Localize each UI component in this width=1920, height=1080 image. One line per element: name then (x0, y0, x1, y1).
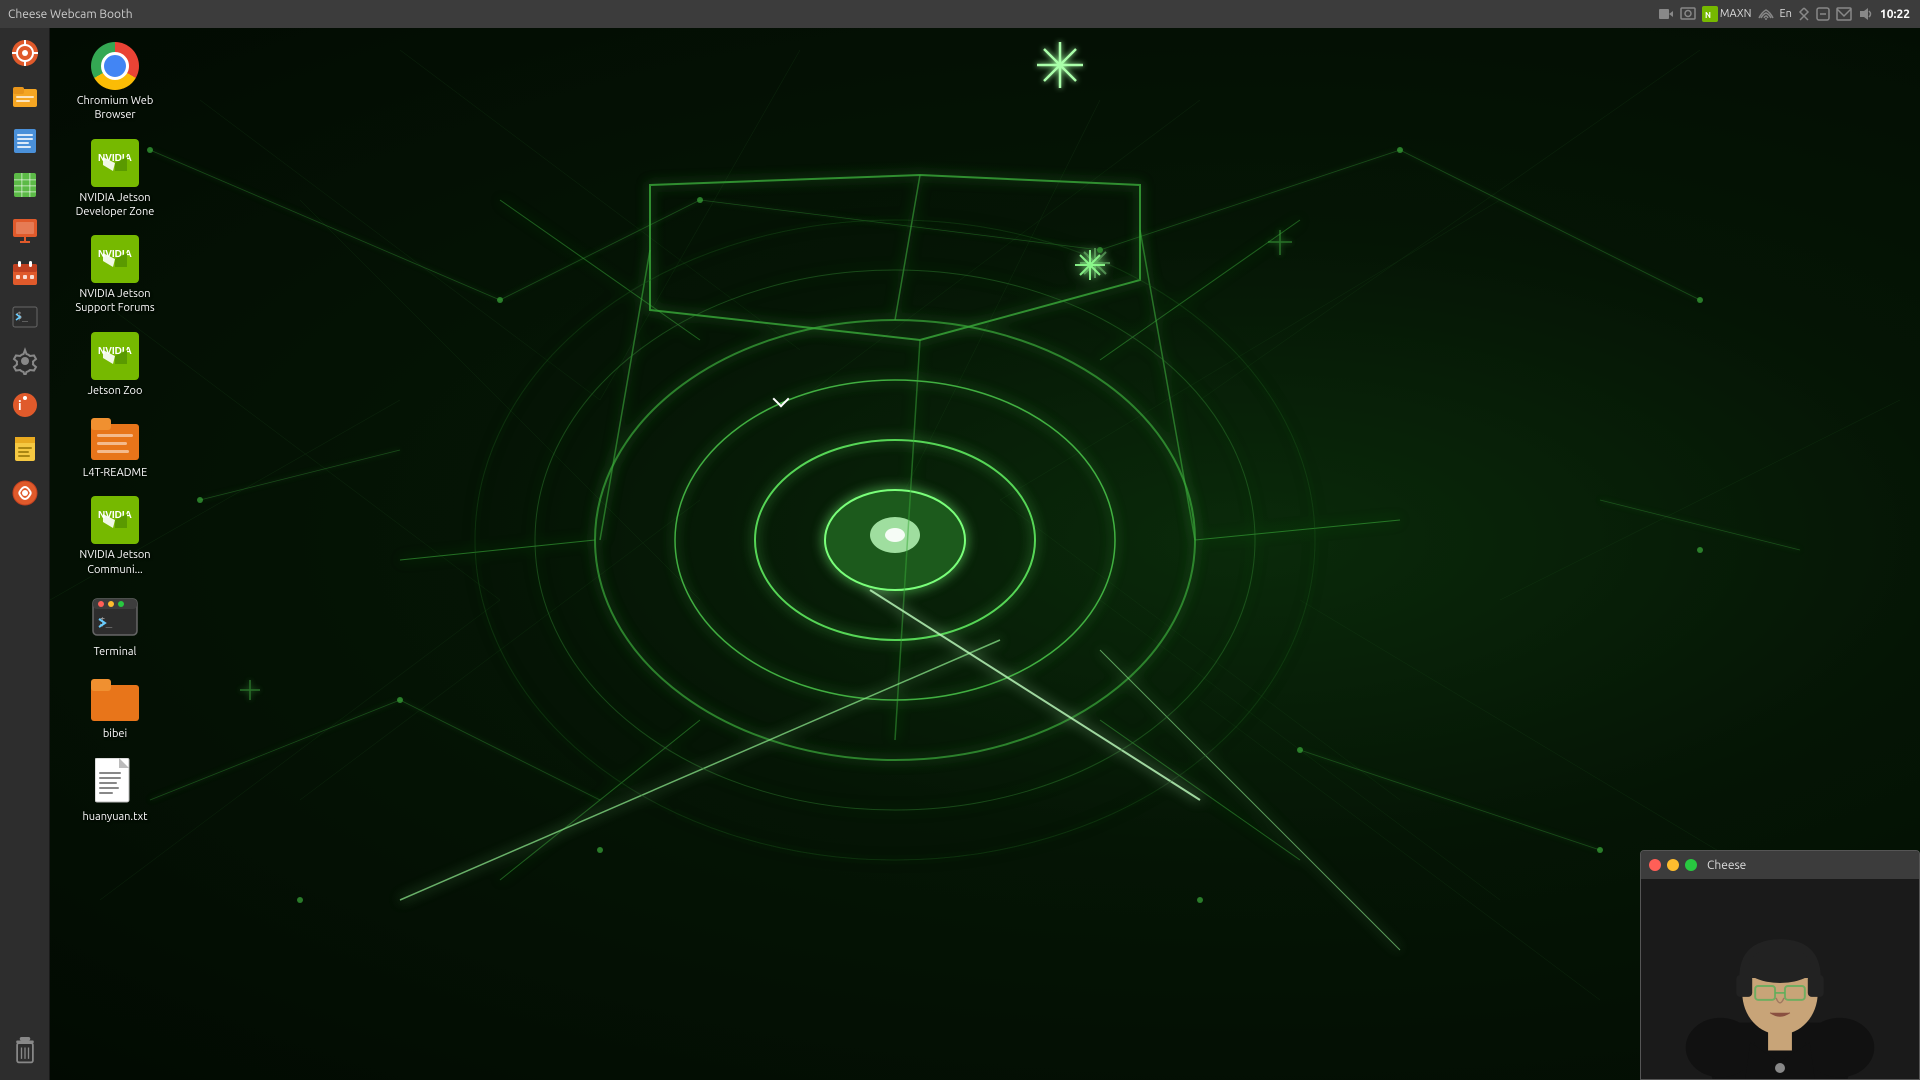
tray-language-label: En (1780, 8, 1792, 20)
cheese-minimize-button[interactable] (1667, 859, 1679, 871)
clock-display: 10:22 (1880, 8, 1910, 21)
jetson-zoo-label: Jetson Zoo (88, 384, 143, 398)
nvidia-community-icon-img: NVIDIA (91, 496, 139, 544)
taskbar-icon-text[interactable] (4, 120, 46, 162)
webcam-preview (1641, 879, 1919, 1079)
bibei-icon-img (91, 677, 139, 721)
desktop-icon-jetson-zoo[interactable]: NVIDIA Jetson Zoo (60, 328, 170, 402)
outer-lines (150, 50, 1800, 850)
chromium-label: Chromium Web Browser (64, 94, 166, 123)
desktop: Cheese Webcam Booth N MAXN (0, 0, 1920, 1080)
desktop-icon-chromium[interactable]: Chromium Web Browser (60, 38, 170, 127)
nvidia-forums-label: NVIDIA Jetson Support Forums (64, 287, 166, 316)
l4t-readme-label: L4T-README (83, 466, 148, 480)
tray-mail[interactable] (1836, 7, 1852, 21)
chromium-icon-img (91, 42, 139, 90)
system-tray: N MAXN En (1648, 0, 1920, 28)
desktop-icon-nvidia-dev[interactable]: NVIDIA NVIDIA Jetson Developer Zone (60, 135, 170, 224)
taskbar-icon-terminal[interactable]: $_ (4, 296, 46, 338)
tray-screenshot[interactable] (1680, 6, 1696, 22)
tray-network[interactable] (1758, 6, 1774, 22)
taskbar-icon-trash[interactable] (4, 1030, 46, 1072)
cheese-video-feed (1641, 879, 1919, 1079)
taskbar-icon-notes[interactable] (4, 428, 46, 470)
nvidia-eye-shape (400, 175, 1400, 950)
tray-volume[interactable] (1858, 6, 1874, 22)
desktop-icon-huanyuan[interactable]: huanyuan.txt (60, 754, 170, 828)
svg-text:i: i (18, 399, 22, 413)
top-star (1037, 42, 1083, 88)
l4t-readme-icon-img (91, 414, 139, 462)
bg-lines (50, 50, 1900, 1000)
network-nodes (147, 147, 1703, 903)
wallpaper (0, 0, 1920, 1080)
taskbar-icon-search[interactable] (4, 32, 46, 74)
jetson-zoo-icon-img: NVIDIA (91, 332, 139, 380)
webcam-indicator (1775, 1063, 1785, 1073)
cheese-titlebar: Cheese (1641, 851, 1919, 879)
titlebar: Cheese Webcam Booth N MAXN (0, 0, 1920, 28)
tray-language[interactable]: En (1780, 8, 1792, 20)
desktop-icons-container: Chromium Web Browser NVIDIA NVIDIA Jetso… (55, 28, 195, 838)
titlebar-title: Cheese Webcam Booth (8, 8, 133, 21)
desktop-icon-nvidia-forums[interactable]: NVIDIA NVIDIA Jetson Support Forums (60, 231, 170, 320)
tray-icon1[interactable] (1816, 7, 1830, 21)
cheese-title-text: Cheese (1707, 859, 1746, 872)
taskbar-icon-settings[interactable] (4, 340, 46, 382)
tray-nvidia[interactable]: N MAXN (1702, 6, 1752, 22)
taskbar-icon-presentation[interactable] (4, 208, 46, 250)
nvidia-community-label: NVIDIA Jetson Communi... (64, 548, 166, 577)
nvidia-forums-icon-img: NVIDIA (91, 235, 139, 283)
terminal-label: Terminal (94, 645, 137, 659)
desktop-icon-terminal[interactable]: $_ Terminal (60, 589, 170, 663)
desktop-icon-bibei[interactable]: bibei (60, 671, 170, 745)
taskbar-icon-files[interactable] (4, 76, 46, 118)
cursor (773, 391, 790, 408)
svg-text:$_: $_ (16, 311, 29, 322)
taskbar-icon-software[interactable]: i (4, 384, 46, 426)
huanyuan-icon-img (95, 758, 135, 806)
desktop-icon-nvidia-community[interactable]: NVIDIA NVIDIA Jetson Communi... (60, 492, 170, 581)
taskbar-icon-calendar[interactable] (4, 252, 46, 294)
cheese-maximize-button[interactable] (1685, 859, 1697, 871)
tray-clock: 10:22 (1880, 8, 1910, 21)
terminal-icon-img: $_ (91, 593, 139, 641)
nvidia-dev-icon-img: NVIDIA (91, 139, 139, 187)
huanyuan-label: huanyuan.txt (82, 810, 147, 824)
taskbar: $_ i (0, 28, 50, 1080)
cheese-window[interactable]: Cheese (1640, 850, 1920, 1080)
bibei-label: bibei (103, 727, 127, 741)
nvidia-dev-label: NVIDIA Jetson Developer Zone (64, 191, 166, 220)
taskbar-icon-spreadsheet[interactable] (4, 164, 46, 206)
desktop-icon-l4t-readme[interactable]: L4T-README (60, 410, 170, 484)
tray-bluetooth[interactable] (1798, 6, 1810, 22)
taskbar-icon-appstore[interactable] (4, 472, 46, 514)
cheese-close-button[interactable] (1649, 859, 1661, 871)
svg-text:N: N (1705, 11, 1711, 20)
tray-record[interactable] (1658, 6, 1674, 22)
tray-nvidia-label: MAXN (1720, 8, 1752, 20)
